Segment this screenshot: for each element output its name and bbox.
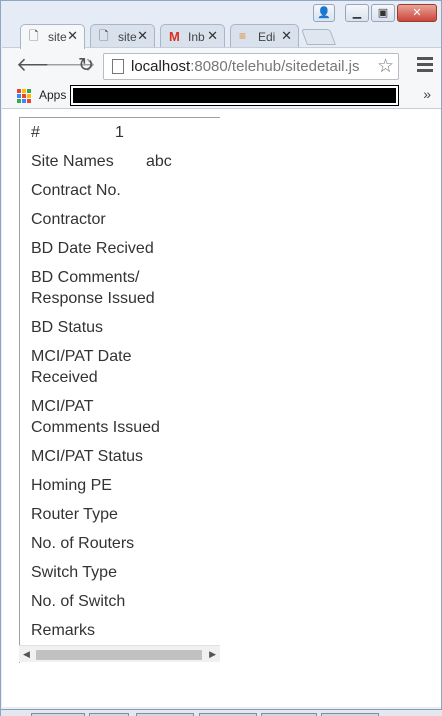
page-icon: 🗋 (99, 29, 109, 43)
table-row: No. of Routers (31, 533, 134, 554)
row-label-line-2: Response Issued (31, 290, 155, 307)
row-label: Contractor (31, 211, 106, 228)
tab-site-detail-1[interactable]: 🗋 site ✕ (20, 24, 85, 49)
taskbar-strip (1, 709, 442, 716)
close-tab-icon[interactable]: ✕ (207, 28, 218, 44)
row-label: Site Names (31, 153, 114, 170)
row-label: No. of Switch (31, 593, 126, 610)
maximize-button[interactable]: ▣ (371, 4, 395, 22)
row-label: Homing PE (31, 477, 112, 494)
table-row: BD Date Recived (31, 238, 154, 259)
apps-grid-icon[interactable] (17, 89, 31, 103)
apps-grid-dot (22, 89, 26, 93)
row-value: 1 (115, 124, 124, 141)
apps-grid-dot (22, 94, 26, 98)
row-label: Remarks (31, 622, 96, 639)
row-label-line-2: Comments Issued (31, 419, 160, 436)
bookmark-star-icon[interactable]: ☆ (377, 55, 394, 78)
table-row: MCI/PAT Date Received (31, 346, 131, 388)
scrollbar-thumb[interactable] (36, 650, 202, 660)
table-row: Homing PE (31, 475, 112, 496)
row-label: Switch Type (31, 564, 117, 581)
row-label-line-2: Received (31, 369, 98, 386)
browser-toolbar: 🡐 🡒 ↻ localhost:8080/telehub/sitedetail.… (2, 47, 441, 83)
table-row: Contract No. (31, 180, 121, 201)
row-label: MCI/PAT Status (31, 448, 144, 465)
browser-window: 🗋 site ✕ 🗋 site ✕ M Inb ✕ ≡ Edi ✕ 👤 ▁ ▣ … (0, 0, 442, 716)
table-row: Switch Type (31, 562, 117, 583)
redacted-bookmarks (70, 85, 399, 106)
close-tab-icon[interactable]: ✕ (281, 28, 292, 44)
page-content: # 1 Site Names abc Contract No. Contract… (2, 109, 441, 707)
apps-grid-dot (22, 99, 26, 103)
url-path: :8080/telehub/sitedetail.js (190, 58, 360, 75)
minimize-button[interactable]: ▁ (345, 4, 369, 22)
horizontal-scrollbar[interactable]: ◀ ▶ (19, 645, 220, 662)
close-tab-icon[interactable]: ✕ (137, 28, 148, 44)
table-row: MCI/PAT Comments Issued (31, 396, 160, 438)
tab-site-detail-2[interactable]: 🗋 site ✕ (90, 24, 155, 48)
row-label: # (31, 124, 40, 141)
scroll-left-icon[interactable]: ◀ (23, 649, 30, 660)
reload-icon[interactable]: ↻ (74, 54, 98, 78)
menu-icon[interactable] (417, 57, 433, 73)
apps-grid-dot (17, 94, 21, 98)
stack-icon: ≡ (239, 29, 247, 43)
table-row: BD Status (31, 317, 103, 338)
more-bookmarks-button[interactable]: » (423, 86, 431, 102)
user-icon[interactable]: 👤 (313, 4, 335, 22)
row-label-line-1: MCI/PAT (31, 398, 94, 415)
close-window-button[interactable]: ✕ (397, 4, 437, 22)
tab-strip: 🗋 site ✕ 🗋 site ✕ M Inb ✕ ≡ Edi ✕ 👤 ▁ ▣ … (1, 1, 441, 49)
site-detail-table: # 1 Site Names abc Contract No. Contract… (19, 117, 220, 663)
window-controls: 👤 ▁ ▣ ✕ (313, 4, 437, 24)
row-label: BD Date Recived (31, 240, 154, 257)
apps-label[interactable]: Apps (39, 88, 66, 102)
url-host: localhost (131, 58, 191, 75)
table-row: No. of Switch (31, 591, 125, 612)
table-row: Site Names abc (31, 151, 172, 172)
gmail-icon: M (169, 29, 180, 44)
apps-grid-dot (17, 99, 21, 103)
apps-grid-dot (27, 89, 31, 93)
scroll-right-icon[interactable]: ▶ (209, 649, 216, 660)
table-row: MCI/PAT Status (31, 446, 143, 467)
apps-grid-dot (27, 99, 31, 103)
bookmarks-bar: Apps » (2, 83, 441, 109)
row-label: Router Type (31, 506, 118, 523)
page-info-icon[interactable] (112, 59, 124, 74)
row-label-line-1: BD Comments/ (31, 269, 140, 286)
forward-icon[interactable]: 🡒 (45, 54, 96, 78)
tab-inbox[interactable]: M Inb ✕ (160, 24, 225, 48)
tab-edit[interactable]: ≡ Edi ✕ (230, 24, 299, 48)
row-label-line-1: MCI/PAT Date (31, 348, 132, 365)
row-label: Contract No. (31, 182, 121, 199)
table-row: BD Comments/ Response Issued (31, 267, 155, 309)
close-tab-icon[interactable]: ✕ (67, 28, 78, 44)
table-row: Contractor (31, 209, 106, 230)
address-bar[interactable]: localhost:8080/telehub/sitedetail.js ☆ (103, 53, 399, 80)
row-value: abc (146, 153, 172, 170)
url-text[interactable]: localhost:8080/telehub/sitedetail.js (131, 58, 373, 75)
back-icon[interactable]: 🡐 (16, 54, 67, 78)
table-row: Remarks (31, 620, 95, 641)
row-label: BD Status (31, 319, 104, 336)
tab-title: Edi (258, 30, 276, 44)
page-icon: 🗋 (29, 29, 39, 43)
row-label: No. of Routers (31, 535, 135, 552)
new-tab-button[interactable] (301, 29, 336, 45)
table-row: # 1 (31, 122, 124, 143)
apps-grid-dot (27, 94, 31, 98)
table-row: Router Type (31, 504, 118, 525)
apps-grid-dot (17, 89, 21, 93)
